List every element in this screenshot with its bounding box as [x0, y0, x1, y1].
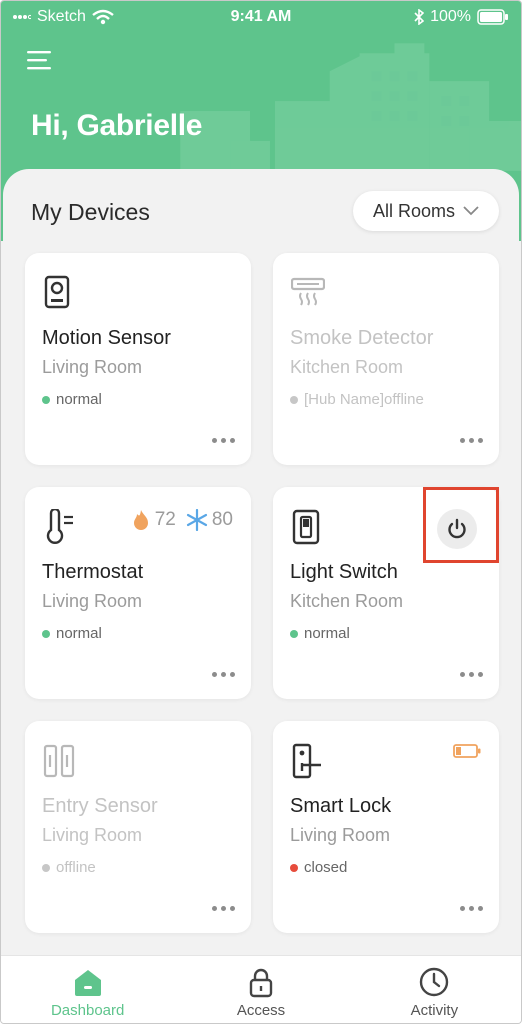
more-options-button[interactable]	[207, 903, 235, 913]
menu-button[interactable]	[27, 49, 53, 71]
hamburger-icon	[27, 51, 51, 70]
devices-panel: My Devices All Rooms Motion Sensor Livin…	[3, 169, 519, 959]
greeting-title: Hi, Gabrielle	[31, 109, 203, 142]
highlight-annotation-box	[423, 487, 499, 563]
heat-setpoint: 72	[154, 509, 176, 530]
smoke-detector-icon	[291, 277, 325, 306]
device-status: normal	[42, 391, 102, 408]
device-room: Living Room	[42, 825, 143, 845]
tab-label: Access	[236, 1002, 286, 1019]
tab-dashboard[interactable]: Dashboard	[1, 956, 174, 1023]
device-room: Living Room	[42, 357, 143, 377]
room-filter-dropdown[interactable]: All Rooms	[353, 191, 499, 231]
status-bar: Sketch 9:41 AM 100%	[1, 1, 521, 35]
thermostat-icon	[46, 509, 73, 544]
more-options-button[interactable]	[455, 435, 483, 445]
device-status-text: normal	[304, 625, 350, 642]
device-card-entry-sensor[interactable]: Entry Sensor Living Room offline	[25, 721, 251, 933]
chevron-down-icon	[463, 206, 479, 216]
tab-label: Activity	[410, 1002, 459, 1019]
tab-access[interactable]: Access	[174, 956, 347, 1023]
motion-sensor-icon	[44, 275, 70, 309]
bluetooth-icon	[414, 9, 425, 25]
lock-icon	[249, 968, 273, 998]
device-name: Smoke Detector	[290, 327, 434, 349]
device-status-text: [Hub Name]offline	[304, 391, 424, 408]
device-status: [Hub Name]offline	[290, 391, 424, 408]
snowflake-icon	[186, 509, 207, 531]
device-card-smart-lock[interactable]: Smart Lock Living Room closed	[273, 721, 499, 933]
bottom-tab-bar: Dashboard Access Activity	[1, 955, 521, 1023]
device-status: normal	[290, 625, 350, 642]
more-options-button[interactable]	[455, 903, 483, 913]
low-battery-icon	[453, 744, 481, 758]
device-status-text: normal	[56, 625, 102, 642]
smart-lock-icon	[292, 743, 321, 779]
tab-label: Dashboard	[50, 1002, 125, 1019]
status-dot	[42, 863, 50, 872]
temperature-readout: 72 80	[131, 509, 233, 531]
device-status-text: closed	[304, 859, 348, 876]
status-dot	[290, 629, 298, 638]
app-screen: Sketch 9:41 AM 100% Hi, Gabrielle My Dev…	[0, 0, 522, 1024]
more-options-button[interactable]	[207, 669, 235, 679]
device-room: Kitchen Room	[290, 591, 404, 611]
cool-setpoint: 80	[211, 509, 233, 530]
device-card-motion-sensor[interactable]: Motion Sensor Living Room normal	[25, 253, 251, 465]
device-room: Kitchen Room	[290, 357, 404, 377]
device-name: Entry Sensor	[42, 795, 158, 817]
light-switch-icon	[292, 509, 320, 545]
more-options-button[interactable]	[207, 435, 235, 445]
device-room: Living Room	[42, 591, 143, 611]
clock-icon	[420, 967, 449, 997]
room-filter-label: All Rooms	[372, 200, 456, 221]
device-status: normal	[42, 625, 102, 642]
more-options-button[interactable]	[455, 669, 483, 679]
device-status-text: normal	[56, 391, 102, 408]
status-dot	[290, 863, 298, 872]
device-status-text: offline	[56, 859, 96, 876]
device-status: offline	[42, 859, 96, 876]
device-status: closed	[290, 859, 347, 876]
device-name: Motion Sensor	[42, 327, 171, 349]
status-dot	[290, 395, 298, 404]
status-dot	[42, 395, 50, 404]
flame-icon	[133, 510, 148, 530]
device-card-thermostat[interactable]: 72 80 Thermostat Living Room normal	[25, 487, 251, 699]
device-name: Thermostat	[42, 561, 144, 583]
battery-percent: 100%	[430, 8, 471, 25]
home-icon	[74, 970, 101, 996]
device-card-smoke-detector[interactable]: Smoke Detector Kitchen Room [Hub Name]of…	[273, 253, 499, 465]
device-name: Light Switch	[290, 561, 398, 583]
device-room: Living Room	[290, 825, 391, 845]
entry-sensor-icon	[43, 744, 75, 778]
section-title: My Devices	[31, 199, 150, 225]
tab-activity[interactable]: Activity	[348, 956, 521, 1023]
device-name: Smart Lock	[290, 795, 392, 817]
status-dot	[42, 629, 50, 638]
battery-icon	[477, 9, 508, 25]
